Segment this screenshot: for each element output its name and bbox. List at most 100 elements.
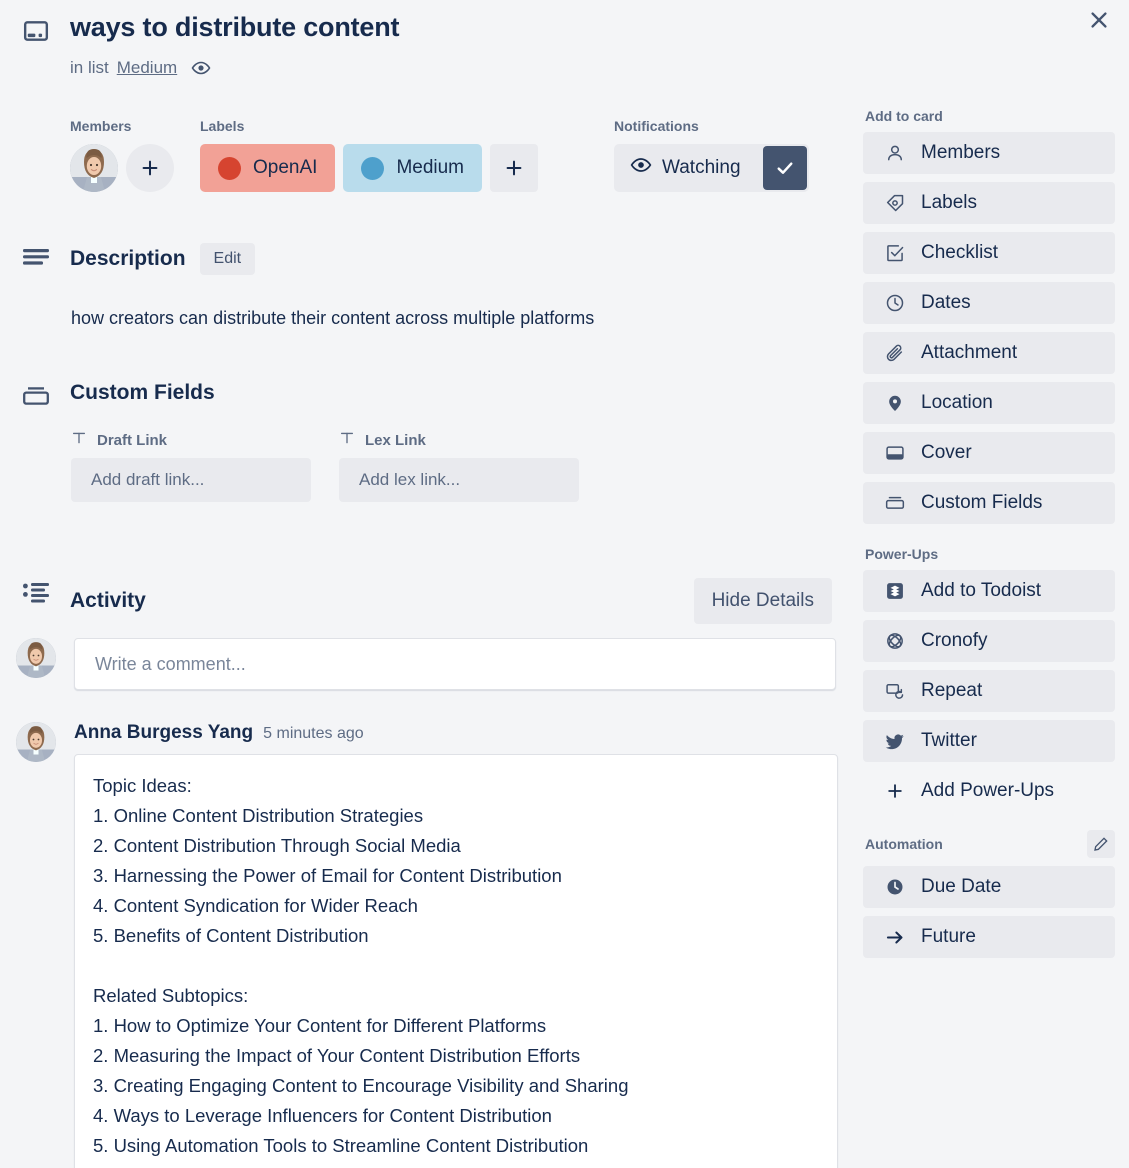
add-label-button[interactable] xyxy=(490,144,539,192)
tag-icon xyxy=(885,193,905,213)
watching-label: Watching xyxy=(662,157,741,178)
sidebar-item-label: Location xyxy=(921,392,993,413)
automation-heading-text: Automation xyxy=(865,836,943,852)
sidebar-item-due-date[interactable]: Due Date xyxy=(863,866,1115,908)
sidebar-item-custom-fields[interactable]: Custom Fields xyxy=(863,482,1115,524)
plus-icon xyxy=(885,780,905,802)
sidebar-item-repeat[interactable]: Repeat xyxy=(863,670,1115,712)
custom-fields-row: Draft Link Add draft link... Lex Link Add l… xyxy=(71,430,579,502)
clock-icon xyxy=(885,293,905,313)
sidebar-item-attachment[interactable]: Attachment xyxy=(863,332,1115,374)
edit-description-button[interactable]: Edit xyxy=(199,243,256,275)
hide-details-button[interactable]: Hide Details xyxy=(693,578,832,624)
sidebar-item-label: Due Date xyxy=(921,876,1002,897)
automation-heading: Automation xyxy=(865,830,1115,858)
power-ups-heading: Power-Ups xyxy=(865,546,1115,562)
power-ups-list: Add to Todoist Cronofy Repeat Twitter Add Po… xyxy=(863,570,1115,812)
sidebar-item-label: Attachment xyxy=(921,342,1018,363)
sidebar-item-checklist[interactable]: Checklist xyxy=(863,232,1115,274)
activity-timestamp: 5 minutes ago xyxy=(263,725,364,742)
sidebar-item-label: Future xyxy=(921,926,976,947)
labels-label: Labels xyxy=(200,118,245,134)
sidebar-item-location[interactable]: Location xyxy=(863,382,1115,424)
sidebar-item-label: Checklist xyxy=(921,242,999,263)
repeat-icon xyxy=(885,681,905,701)
sidebar-item-future[interactable]: Future xyxy=(863,916,1115,958)
activity-title: Activity xyxy=(70,589,146,612)
sidebar-item-label: Labels xyxy=(921,192,977,213)
sidebar-item-label: Custom Fields xyxy=(921,492,1043,513)
custom-fields-title: Custom Fields xyxy=(70,381,215,404)
description-title: Description xyxy=(70,247,186,270)
sidebar-item-label: Dates xyxy=(921,292,971,313)
check-icon xyxy=(762,146,807,190)
activity-entry-header: Anna Burgess Yang 5 minutes ago xyxy=(74,722,838,744)
label-chip[interactable]: Medium xyxy=(343,144,483,192)
arrow-right-icon xyxy=(885,927,905,948)
list-name-link[interactable]: Medium xyxy=(117,58,177,78)
power-ups-heading-text: Power-Ups xyxy=(865,546,939,562)
custom-field-label-row: Draft Link xyxy=(71,430,311,450)
members-group: Members xyxy=(70,118,174,192)
sidebar-item-label: Add Power-Ups xyxy=(921,780,1055,801)
label-name: Medium xyxy=(396,157,465,178)
custom-field: Lex Link Add lex link... xyxy=(339,430,579,502)
label-color-dot xyxy=(218,156,241,180)
watching-button[interactable]: Watching xyxy=(614,144,809,192)
todoist-icon xyxy=(885,581,905,601)
sidebar-item-twitter[interactable]: Twitter xyxy=(863,720,1115,762)
custom-fields-icon xyxy=(20,386,52,406)
sidebar-item-cronofy[interactable]: Cronofy xyxy=(863,620,1115,662)
sidebar-item-add-to-todoist[interactable]: Add to Todoist xyxy=(863,570,1115,612)
sidebar-item-dates[interactable]: Dates xyxy=(863,282,1115,324)
custom-field-input[interactable]: Add lex link... xyxy=(339,458,579,502)
person-icon xyxy=(885,143,905,163)
breadcrumb: in list Medium xyxy=(70,58,211,78)
twitter-icon xyxy=(885,731,905,752)
add-to-card-list: Members Labels Checklist Dates Attachment Loc… xyxy=(863,132,1115,524)
map-pin-icon xyxy=(885,393,905,413)
custom-field-input[interactable]: Add draft link... xyxy=(71,458,311,502)
watching-eye-icon xyxy=(191,58,211,78)
card-meta-row: Members Labels OpenAI Medium Notificatio… xyxy=(70,118,835,192)
add-member-button[interactable] xyxy=(126,144,174,192)
custom-field-label-row: Lex Link xyxy=(339,430,579,450)
text-field-icon xyxy=(71,430,87,450)
sidebar-item-label: Cover xyxy=(921,442,972,463)
add-to-card-heading-text: Add to card xyxy=(865,108,943,124)
custom-fields-icon xyxy=(885,493,905,513)
custom-field-label: Lex Link xyxy=(365,431,426,449)
custom-field-label: Draft Link xyxy=(97,431,168,449)
activity-comment-text[interactable]: Topic Ideas: 1. Online Content Distribut… xyxy=(74,754,838,1168)
page-title: ways to distribute content xyxy=(70,12,400,42)
avatar[interactable] xyxy=(70,144,118,192)
label-name: OpenAI xyxy=(253,157,318,178)
sidebar-item-label: Cronofy xyxy=(921,630,988,651)
activity-header: Activity Hide Details xyxy=(70,578,832,624)
comment-composer: Write a comment... xyxy=(16,638,836,690)
description-icon xyxy=(20,248,52,270)
label-color-dot xyxy=(361,156,385,180)
text-field-icon xyxy=(339,430,355,450)
members-label: Members xyxy=(70,118,132,134)
automation-list: Due Date Future xyxy=(863,866,1115,958)
notifications-label: Notifications xyxy=(614,118,699,134)
avatar[interactable] xyxy=(16,722,56,762)
sidebar-item-labels[interactable]: Labels xyxy=(863,182,1115,224)
description-header: Description Edit xyxy=(70,243,256,275)
card-cover-icon xyxy=(20,18,52,44)
sidebar-item-members[interactable]: Members xyxy=(863,132,1115,174)
pencil-icon[interactable] xyxy=(1087,830,1115,858)
sidebar-item-add-power-ups[interactable]: Add Power-Ups xyxy=(863,770,1115,812)
notifications-group: Notifications Watching xyxy=(614,118,809,192)
eye-icon xyxy=(630,154,652,182)
label-chip[interactable]: OpenAI xyxy=(200,144,336,192)
add-to-card-heading: Add to card xyxy=(865,108,1115,124)
description-text: how creators can distribute their conten… xyxy=(71,308,595,328)
comment-input[interactable]: Write a comment... xyxy=(74,638,836,690)
avatar[interactable] xyxy=(16,638,56,678)
card-detail-modal: ways to distribute content in list Mediu… xyxy=(0,0,1129,1168)
sidebar-item-cover[interactable]: Cover xyxy=(863,432,1115,474)
activity-author: Anna Burgess Yang xyxy=(74,722,254,743)
labels-group: Labels OpenAI Medium xyxy=(200,118,539,192)
